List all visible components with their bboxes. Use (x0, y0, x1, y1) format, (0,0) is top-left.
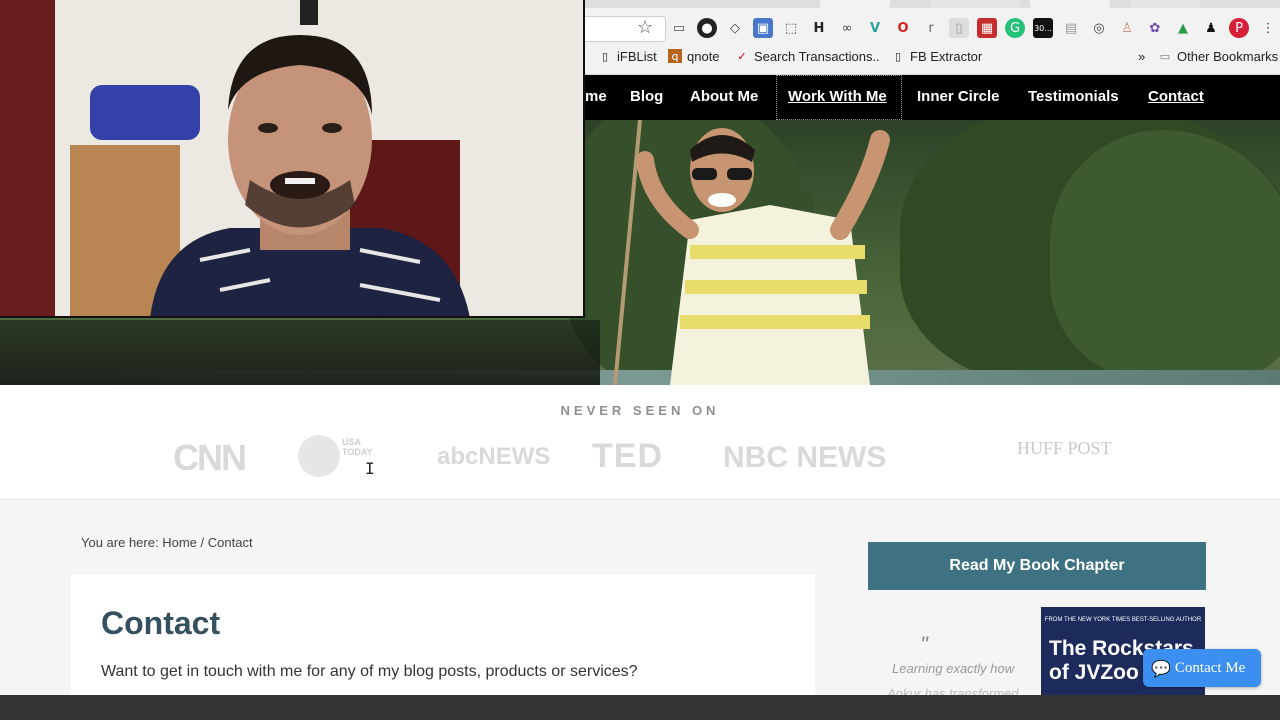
ext-red-icon[interactable]: ▦ (977, 18, 997, 38)
page-title: Contact (101, 605, 221, 641)
spiral-icon[interactable]: ◎ (1089, 18, 1109, 38)
drive-icon[interactable]: ▲ (1173, 18, 1193, 38)
doc-icon[interactable]: ▯ (949, 18, 969, 38)
nav-inner-circle[interactable]: Inner Circle (917, 88, 1000, 105)
other-bookmarks-folder[interactable]: ▭ Other Bookmarks (1158, 47, 1278, 65)
press-title: NEVER SEEN ON (560, 403, 720, 418)
contact-me-button[interactable]: 💬 Contact Me (1143, 649, 1261, 687)
cast-icon[interactable]: ▭ (669, 18, 689, 38)
breadcrumb-current: Contact (207, 535, 253, 550)
read-book-chapter-button[interactable]: Read My Book Chapter (868, 542, 1206, 590)
account-icon[interactable]: ♟ (1201, 18, 1221, 38)
grammarly-icon[interactable]: G (1005, 18, 1025, 38)
pocket-icon[interactable]: ◇ (725, 18, 745, 38)
quote-icon: " (920, 632, 928, 657)
bookmark-star-icon[interactable]: ☆ (637, 17, 653, 38)
nav-testimonials[interactable]: Testimonials (1028, 88, 1119, 105)
nav-focus-ring (776, 75, 902, 120)
testimonial-line: Learning exactly how (892, 661, 1015, 676)
press-logos-section: NEVER SEEN ON CNN USA TODAY abcNEWS TED … (0, 385, 1280, 500)
menu-kebab-icon[interactable]: ⋮ (1258, 18, 1278, 38)
check-icon: ✓ (737, 49, 747, 63)
usa-today-logo-mark (298, 435, 340, 477)
more-bookmarks-button[interactable]: » (1138, 47, 1145, 65)
tab[interactable] (930, 0, 1020, 8)
book-tagline: FROM THE NEW YORK TIMES BEST-SELLING AUT… (1044, 617, 1202, 623)
tab[interactable] (1130, 0, 1200, 8)
grid-icon[interactable]: ▤ (1061, 18, 1081, 38)
bookmark-item[interactable]: ▯ iFBList (598, 47, 657, 65)
r-icon[interactable]: r (921, 18, 941, 38)
nav-contact[interactable]: Contact (1148, 88, 1204, 105)
timer-icon[interactable]: 30... (1033, 18, 1053, 38)
huffpost-logo: HUFF POST (1017, 438, 1112, 458)
text-cursor-icon: I (365, 459, 375, 478)
ext-blue-icon[interactable]: ▣ (753, 18, 773, 38)
tab[interactable] (820, 0, 890, 8)
chat-bubble-icon: 💬 (1151, 658, 1171, 678)
webcam-feed (0, 0, 583, 316)
content-card: Contact Want to get in touch with me for… (71, 575, 815, 705)
folder-icon: ▭ (1159, 49, 1171, 63)
gear-ext-icon[interactable]: ✿ (1145, 18, 1165, 38)
breadcrumb-home-link[interactable]: Home (162, 535, 197, 550)
page-icon: ▯ (601, 49, 609, 63)
bookmark-item[interactable]: ▯ FB Extractor (891, 47, 982, 65)
ted-logo: TED (592, 437, 663, 475)
abc-news-logo: abcNEWS (437, 443, 551, 470)
v-icon[interactable]: V (865, 18, 885, 38)
nav-about[interactable]: About Me (690, 88, 758, 105)
nbc-news-logo: NBC NEWS (723, 441, 887, 474)
qnote-icon: q (668, 49, 682, 63)
nav-home[interactable]: me (585, 88, 607, 105)
pinterest-icon[interactable]: P (1229, 18, 1249, 38)
breadcrumb: You are here: Home / Contact (81, 535, 253, 550)
taskbar (0, 695, 1280, 720)
page-icon: ▯ (894, 49, 902, 63)
screen: { "browser": { "bookmarks": [ {"label": … (0, 0, 1280, 720)
h-icon[interactable]: H (809, 18, 829, 38)
cnn-logo: CNN (173, 437, 247, 478)
tab-active[interactable] (1030, 0, 1110, 8)
opera-icon[interactable]: O (893, 18, 913, 38)
bookmark-item[interactable]: ✓ Search Transactions.. (735, 47, 879, 65)
ext-circle-icon[interactable]: ● (697, 18, 717, 38)
bookmark-item[interactable]: q qnote (668, 47, 720, 65)
intro-text: Want to get in touch with me for any of … (101, 663, 638, 680)
screenshot-icon[interactable]: ⬚ (781, 18, 801, 38)
person-icon[interactable]: ♙ (1117, 18, 1137, 38)
nav-blog[interactable]: Blog (630, 88, 663, 105)
glasses-icon[interactable]: ∞ (837, 18, 857, 38)
webcam-overlay (0, 0, 585, 318)
usa-today-logo: USA TODAY (342, 437, 373, 457)
